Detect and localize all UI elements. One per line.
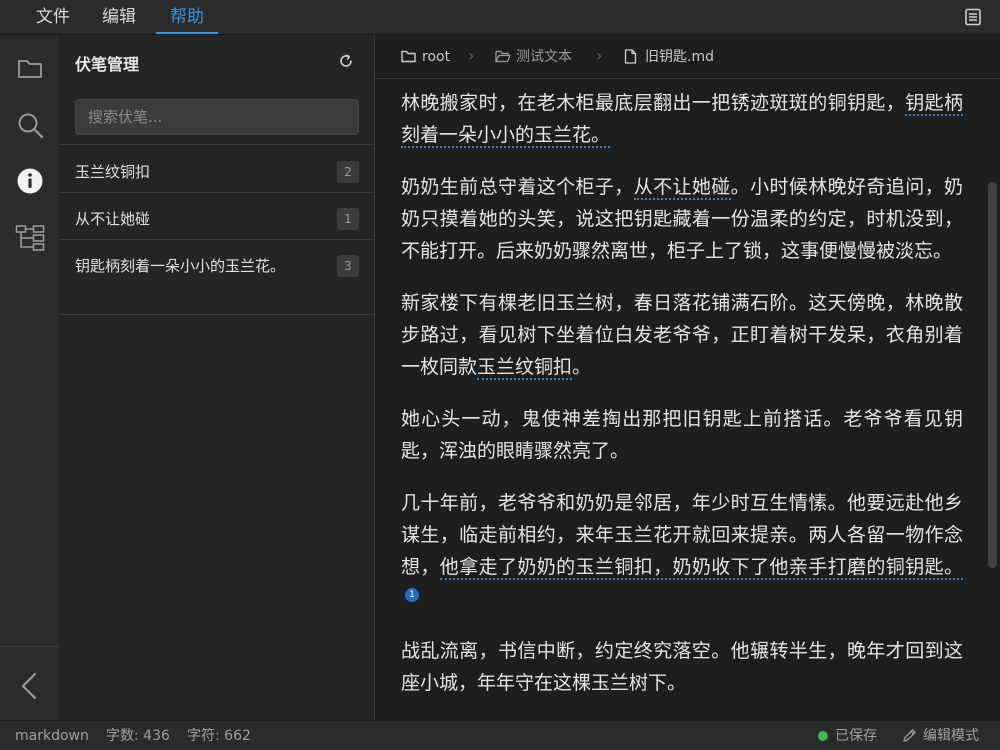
status-edit-mode[interactable]: 编辑模式: [902, 721, 979, 750]
foreshadow-highlight[interactable]: 他拿走了奶奶的玉兰铜扣，奶奶收下了他亲手打磨的铜钥匙。: [439, 556, 963, 580]
foreshadow-search-input[interactable]: [75, 99, 359, 135]
status-bar: markdown 字数: 436 字符: 662 已保存 编辑模式: [0, 720, 1000, 750]
pencil-icon: [903, 729, 916, 742]
breadcrumb-separator: ›: [596, 46, 603, 65]
saved-dot-icon: [818, 731, 828, 741]
paragraph: 几十年前，老爷爷和奶奶是邻居，年少时互生情愫。他要远赴他乡谋生，临走前相约，来年…: [401, 487, 963, 615]
foreshadow-highlight[interactable]: 玉兰纹铜扣: [477, 356, 573, 380]
status-char-count: 字符: 662: [187, 728, 251, 744]
foreshadow-list-item[interactable]: 从不让她碰 1: [60, 194, 374, 240]
tree-structure-icon[interactable]: [15, 223, 45, 253]
breadcrumb-folder[interactable]: 测试文本: [495, 35, 572, 79]
foreshadow-list-item[interactable]: 玉兰纹铜扣 2: [60, 147, 374, 193]
activity-divider: [0, 646, 60, 647]
editor-content[interactable]: 林晚搬家时，在老木柜最底层翻出一把锈迹斑斑的铜钥匙，钥匙柄刻着一朵小小的玉兰花。…: [401, 87, 963, 719]
folder-open-icon: [495, 50, 511, 63]
refresh-icon[interactable]: [338, 53, 354, 69]
breadcrumb-file[interactable]: 旧钥匙.md: [624, 35, 714, 79]
foreshadow-label: 玉兰纹铜扣: [75, 163, 151, 181]
breadcrumb-file-label: 旧钥匙.md: [645, 49, 714, 65]
foreshadow-count-badge: 3: [337, 255, 359, 277]
paragraph: 新家楼下有棵老旧玉兰树，春日落花铺满石阶。这天傍晚，林晚散步路过，看见树下坐着位…: [401, 287, 963, 383]
outline-toggle-icon[interactable]: [964, 8, 982, 26]
menu-edit[interactable]: 编辑: [102, 0, 136, 34]
search-icon[interactable]: [15, 110, 45, 140]
foreshadow-ref-badge[interactable]: 1: [405, 588, 419, 602]
text-span: 奶奶生前总守着这个柜子，: [401, 176, 634, 198]
paragraph: 她心头一动，鬼使神差掏出那把旧钥匙上前搭话。老爷爷看见钥匙，浑浊的眼睛骤然亮了。: [401, 408, 963, 462]
breadcrumb-root[interactable]: root: [401, 35, 450, 79]
menu-file[interactable]: 文件: [36, 0, 70, 34]
folder-icon: [401, 50, 416, 63]
menu-help[interactable]: 帮助: [156, 0, 218, 34]
status-word-count: 字数: 436: [106, 728, 170, 744]
status-saved-label: 已保存: [835, 728, 877, 744]
foreshadow-sidebar: 伏笔管理 玉兰纹铜扣 2 从不让她碰 1 钥匙柄刻着一朵小小的玉兰花。 3: [60, 35, 375, 720]
text-span: 。: [572, 356, 592, 378]
foreshadow-count-badge: 2: [337, 161, 359, 183]
editor-area[interactable]: 林晚搬家时，在老木柜最底层翻出一把锈迹斑斑的铜钥匙，钥匙柄刻着一朵小小的玉兰花。…: [375, 80, 985, 720]
foreshadow-count-badge: 1: [337, 208, 359, 230]
foreshadow-highlight[interactable]: 从不让她碰: [633, 176, 731, 200]
foreshadow-label: 钥匙柄刻着一朵小小的玉兰花。: [75, 257, 286, 275]
activity-bar: [0, 35, 60, 720]
status-language[interactable]: markdown: [15, 721, 89, 750]
sidebar-title: 伏笔管理: [75, 55, 140, 74]
paragraph: 战乱流离，书信中断，约定终究落空。他辗转半生，晚年才回到这座小城，年年守在这棵玉…: [401, 640, 963, 694]
breadcrumb-separator: ›: [468, 46, 475, 65]
foreshadow-label: 从不让她碰: [75, 210, 151, 228]
breadcrumb: root › 测试文本 › 旧钥匙.md: [375, 35, 1000, 79]
folder-icon[interactable]: [15, 53, 45, 83]
foreshadow-list-item[interactable]: 钥匙柄刻着一朵小小的玉兰花。 3: [60, 241, 374, 315]
paragraph: 奶奶生前总守着这个柜子，从不让她碰。小时候林晚好奇追问，奶奶只摸着她的头笑，说这…: [401, 171, 963, 267]
status-saved: 已保存: [818, 721, 877, 750]
text-span: 林晚搬家时，在老木柜最底层翻出一把锈迹斑斑的铜钥匙，: [401, 92, 906, 114]
collapse-left-icon[interactable]: [15, 671, 45, 701]
info-icon[interactable]: [15, 166, 45, 196]
editor-scrollbar[interactable]: [985, 80, 1000, 720]
paragraph: 林晚搬家时，在老木柜最底层翻出一把锈迹斑斑的铜钥匙，钥匙柄刻着一朵小小的玉兰花。: [401, 87, 963, 151]
file-icon: [624, 49, 637, 64]
search-section: [60, 85, 374, 145]
menu-bar: 文件 编辑 帮助: [0, 0, 1000, 35]
scrollbar-thumb[interactable]: [988, 182, 997, 568]
status-mode-label: 编辑模式: [923, 728, 979, 744]
